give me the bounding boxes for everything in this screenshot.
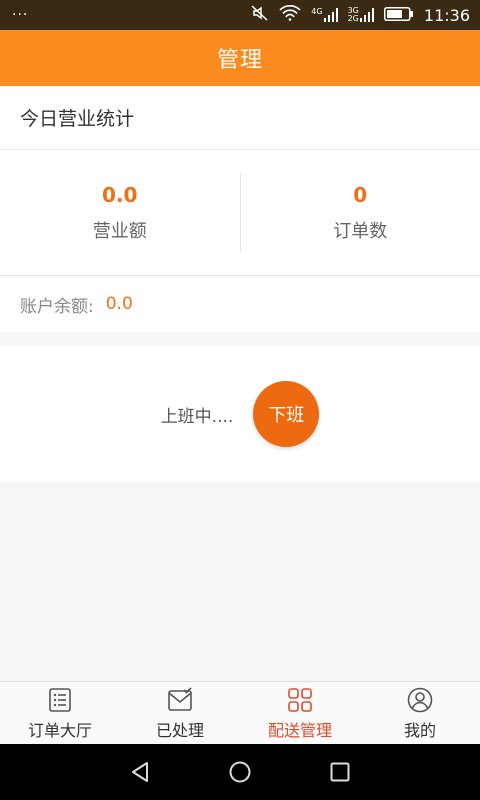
- orders-stat: 0 订单数: [241, 173, 480, 253]
- back-triangle-icon: [132, 762, 148, 782]
- battery-icon: [383, 6, 414, 25]
- tab-mine[interactable]: 我的: [360, 682, 480, 745]
- orders-label: 订单数: [333, 220, 388, 242]
- status-icons: 4G 3G 2G 11:36: [251, 5, 470, 25]
- tab-label: 我的: [403, 720, 436, 740]
- wifi-icon: [279, 5, 301, 25]
- revenue-value: 0.0: [102, 182, 138, 207]
- mute-icon: [251, 5, 269, 25]
- revenue-stat: 0.0 营业额: [0, 173, 240, 253]
- signal-3g2g-icon: 3G 2G: [348, 7, 374, 23]
- notification-dots: ···: [12, 7, 29, 23]
- tab-delivery-management[interactable]: 配送管理: [240, 682, 360, 745]
- today-stats-card: 今日营业统计 0.0 营业额 0 订单数 账户余额: 0.0: [0, 86, 480, 332]
- tab-processed[interactable]: 已处理: [120, 682, 240, 745]
- back-button[interactable]: [126, 758, 154, 786]
- tab-label: 订单大厅: [27, 720, 92, 740]
- network-2g-label: 2G: [347, 14, 359, 23]
- network-4g-label: 4G: [311, 7, 323, 16]
- revenue-label: 营业额: [92, 220, 147, 242]
- clock: 11:36: [423, 5, 470, 25]
- page-title: 管理: [216, 48, 263, 73]
- home-circle-icon: [229, 761, 251, 783]
- today-stats-title: 今日营业统计: [0, 86, 480, 150]
- orders-value: 0: [353, 182, 368, 207]
- tab-label: 配送管理: [267, 720, 332, 740]
- off-duty-button[interactable]: 下班: [253, 381, 320, 447]
- signal-4g-icon: 4G: [311, 7, 338, 22]
- user-icon: [407, 687, 433, 712]
- grid-icon: [288, 687, 312, 712]
- stats-row: 0.0 营业额 0 订单数: [0, 150, 480, 276]
- duty-status-text: 上班中....: [160, 406, 234, 427]
- recents-square-icon: [330, 762, 350, 782]
- balance-value: 0.0: [105, 294, 133, 314]
- balance-label: 账户余额:: [20, 296, 94, 317]
- list-icon: [49, 687, 71, 712]
- home-button[interactable]: [226, 758, 254, 786]
- duty-card: 上班中.... 下班: [0, 346, 480, 482]
- tab-order-hall[interactable]: 订单大厅: [0, 682, 120, 745]
- inbox-check-icon: [168, 686, 192, 711]
- status-bar: ··· 4G 3G 2G 11:36: [0, 0, 480, 30]
- bottom-tab-bar: 订单大厅 已处理 配送管理 我的: [0, 681, 480, 745]
- tab-label: 已处理: [155, 720, 204, 740]
- recents-button[interactable]: [326, 758, 354, 786]
- app-header: 管理: [0, 30, 480, 86]
- system-nav-bar: [0, 744, 480, 800]
- account-balance-row: 账户余额: 0.0: [0, 276, 480, 332]
